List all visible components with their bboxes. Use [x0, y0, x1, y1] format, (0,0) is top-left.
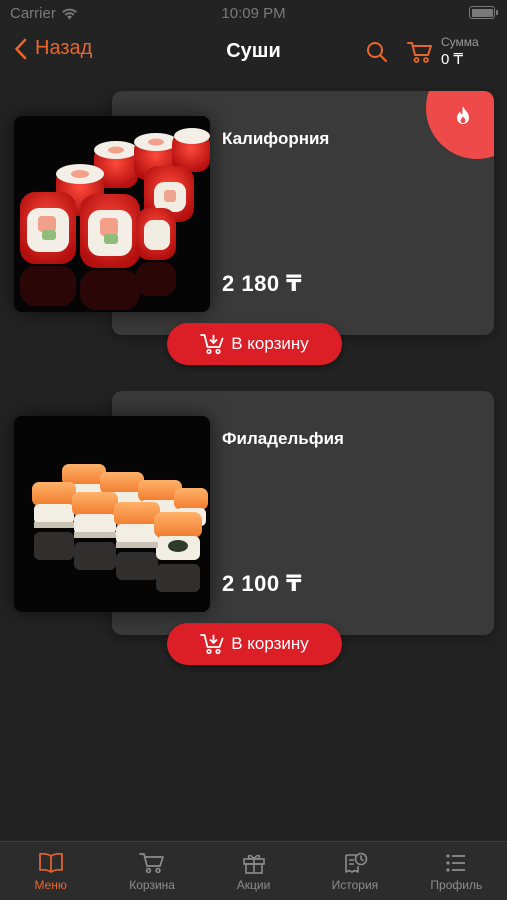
- back-button[interactable]: Назад: [14, 37, 92, 60]
- gift-icon: [242, 854, 265, 874]
- flame-icon: [457, 106, 469, 124]
- product-image-philadelphia[interactable]: [14, 416, 210, 612]
- battery-icon: [469, 6, 498, 19]
- product-card[interactable]: Филадельфия 2 100 ₸ В корзину: [0, 391, 507, 681]
- status-bar: Carrier 10:09 PM: [0, 0, 507, 28]
- tab-label: Меню: [34, 878, 67, 892]
- cart-sum-value: 0 ₸: [441, 51, 464, 68]
- add-to-cart-button[interactable]: В корзину: [167, 323, 342, 365]
- tab-label: Корзина: [129, 878, 175, 892]
- hot-badge: [426, 91, 494, 159]
- search-icon: [367, 42, 388, 63]
- product-price: 2 100 ₸: [222, 571, 302, 596]
- product-name: Филадельфия: [222, 429, 344, 448]
- product-price: 2 180 ₸: [222, 271, 302, 296]
- cart-add-icon: [200, 634, 224, 655]
- product-image-california[interactable]: [14, 116, 210, 312]
- product-card[interactable]: Калифорния 2 180 ₸ В корзину: [0, 91, 507, 381]
- tab-promotions[interactable]: Акции: [203, 842, 304, 900]
- tab-menu[interactable]: Меню: [0, 842, 101, 900]
- status-time: 10:09 PM: [221, 5, 286, 22]
- cart-add-icon: [200, 334, 224, 355]
- navigation-bar: Назад Суши Сумма 0 ₸: [0, 30, 507, 76]
- tab-cart[interactable]: Корзина: [101, 842, 202, 900]
- cart-sum[interactable]: Сумма 0 ₸: [441, 35, 479, 68]
- tab-history[interactable]: История: [304, 842, 405, 900]
- tab-label: Акции: [236, 878, 271, 892]
- search-button[interactable]: [365, 40, 389, 69]
- list-icon: [446, 854, 466, 872]
- tab-label: История: [331, 878, 379, 892]
- add-to-cart-label: В корзину: [231, 634, 309, 653]
- add-to-cart-label: В корзину: [231, 334, 309, 353]
- add-to-cart-button[interactable]: В корзину: [167, 623, 342, 665]
- history-icon: [345, 852, 368, 873]
- back-button-label: Назад: [35, 37, 93, 59]
- header-cart-button[interactable]: [407, 40, 433, 69]
- tab-profile[interactable]: Профиль: [406, 842, 507, 900]
- book-icon: [38, 852, 63, 873]
- product-name: Калифорния: [222, 129, 330, 148]
- cart-icon: [407, 42, 432, 63]
- chevron-left-icon: [15, 38, 27, 59]
- cart-sum-label: Сумма: [441, 35, 479, 49]
- tab-label: Профиль: [430, 878, 483, 892]
- cart-icon: [139, 853, 164, 874]
- tab-bar: Меню Корзина Акции История Профиль: [0, 841, 507, 900]
